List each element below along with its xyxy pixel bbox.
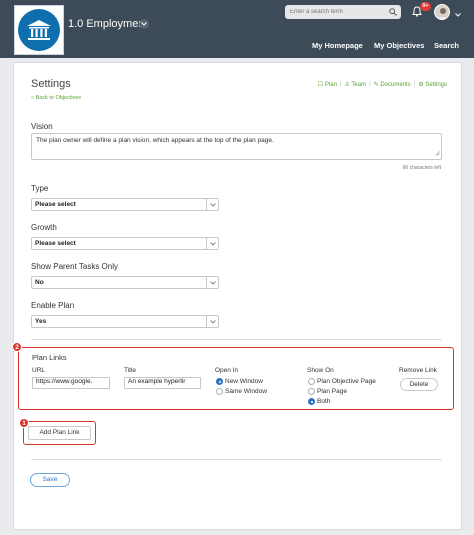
open-in-new-window-radio[interactable]: New Window [216, 378, 263, 385]
open-in-same-window-radio[interactable]: Same Window [216, 388, 267, 395]
chevron-down-icon [206, 199, 218, 210]
growth-select-value: Please select [35, 240, 76, 247]
divider [31, 339, 442, 340]
search-icon[interactable] [389, 8, 397, 18]
nav-my-homepage[interactable]: My Homepage [312, 41, 363, 50]
column-open-in: Open In [215, 367, 239, 374]
nav-my-objectives[interactable]: My Objectives [374, 41, 424, 50]
tab-team[interactable]: ♙ Team [344, 81, 366, 88]
show-parent-select-value: No [35, 279, 44, 286]
column-show-on: Show On [307, 367, 334, 374]
column-title: Title [124, 367, 137, 374]
growth-label: Growth [31, 223, 57, 232]
tab-documents[interactable]: ✎ Documents [374, 81, 411, 88]
type-select-value: Please select [35, 201, 76, 208]
column-url: URL [32, 367, 46, 374]
plan-tabs: ☐ Plan | ♙ Team | ✎ Documents | ⚙ Settin… [318, 81, 447, 88]
chevron-down-icon [206, 238, 218, 249]
nav-search[interactable]: Search [434, 41, 459, 50]
title-dropdown-icon[interactable] [139, 19, 149, 29]
show-on-plan-page-radio[interactable]: Plan Page [308, 388, 347, 395]
radio-selected-icon [216, 378, 223, 385]
notification-badge: 9+ [420, 2, 431, 11]
tab-plan[interactable]: ☐ Plan [318, 81, 337, 88]
tab-separator: | [413, 81, 416, 87]
add-plan-link-highlight: Add Plan Link [23, 421, 96, 445]
org-logo[interactable] [14, 5, 64, 55]
plan-links-section: Plan Links URL Title Open In Show On Rem… [18, 347, 454, 410]
enable-plan-label: Enable Plan [31, 301, 75, 310]
radio-unselected-icon [216, 388, 223, 395]
radio-label: Same Window [225, 388, 267, 395]
chevron-down-icon [206, 316, 218, 327]
callout-marker-1: 1 [19, 418, 29, 428]
tab-separator: | [369, 81, 371, 87]
radio-selected-icon [308, 398, 315, 405]
type-label: Type [31, 184, 49, 193]
delete-link-button[interactable]: Delete [400, 378, 438, 391]
show-on-both-radio[interactable]: Both [308, 398, 330, 405]
radio-unselected-icon [308, 388, 315, 395]
settings-card: Settings « Back to Objectives ☐ Plan | ♙… [12, 62, 462, 530]
show-on-objective-page-radio[interactable]: Plan Objective Page [308, 378, 376, 385]
vision-text: The plan owner will define a plan vision… [36, 137, 274, 144]
radio-unselected-icon [308, 378, 315, 385]
add-plan-link-button[interactable]: Add Plan Link [28, 426, 91, 440]
link-url-input[interactable]: https://www.google. [32, 377, 110, 389]
vision-label: Vision [31, 122, 53, 131]
link-title-input[interactable]: An example hyperlir [124, 377, 201, 389]
building-icon [18, 9, 60, 51]
growth-select[interactable]: Please select [31, 237, 219, 250]
radio-label: Plan Objective Page [317, 378, 376, 385]
type-select[interactable]: Please select [31, 198, 219, 211]
radio-label: New Window [225, 378, 263, 385]
tab-separator: | [339, 81, 342, 87]
callout-marker-2: 2 [12, 342, 22, 352]
vision-textarea[interactable]: The plan owner will define a plan vision… [31, 133, 442, 160]
chevron-down-icon[interactable] [455, 10, 461, 19]
app-title: 1.0 Employment [68, 18, 148, 30]
search-input[interactable] [285, 5, 401, 19]
radio-label: Both [317, 398, 331, 405]
enable-plan-select[interactable]: Yes [31, 315, 219, 328]
back-to-objectives-link[interactable]: « Back to Objectives [31, 95, 81, 101]
enable-plan-select-value: Yes [35, 318, 47, 325]
plan-links-title: Plan Links [32, 353, 67, 362]
tab-settings[interactable]: ⚙ Settings [418, 81, 447, 88]
show-parent-select[interactable]: No [31, 276, 219, 289]
save-button[interactable]: Save [30, 473, 70, 487]
character-count: 66 characters left [402, 165, 441, 171]
divider [31, 459, 442, 460]
radio-label: Plan Page [317, 388, 347, 395]
avatar[interactable] [434, 4, 450, 20]
resize-grip-icon[interactable] [435, 151, 440, 158]
show-parent-label: Show Parent Tasks Only [31, 262, 119, 271]
chevron-down-icon [206, 277, 218, 288]
page-title: Settings [31, 78, 71, 90]
top-header: 1.0 Employment 9+ My Homepage My Objecti… [0, 0, 474, 58]
column-remove-link: Remove Link [399, 367, 437, 374]
